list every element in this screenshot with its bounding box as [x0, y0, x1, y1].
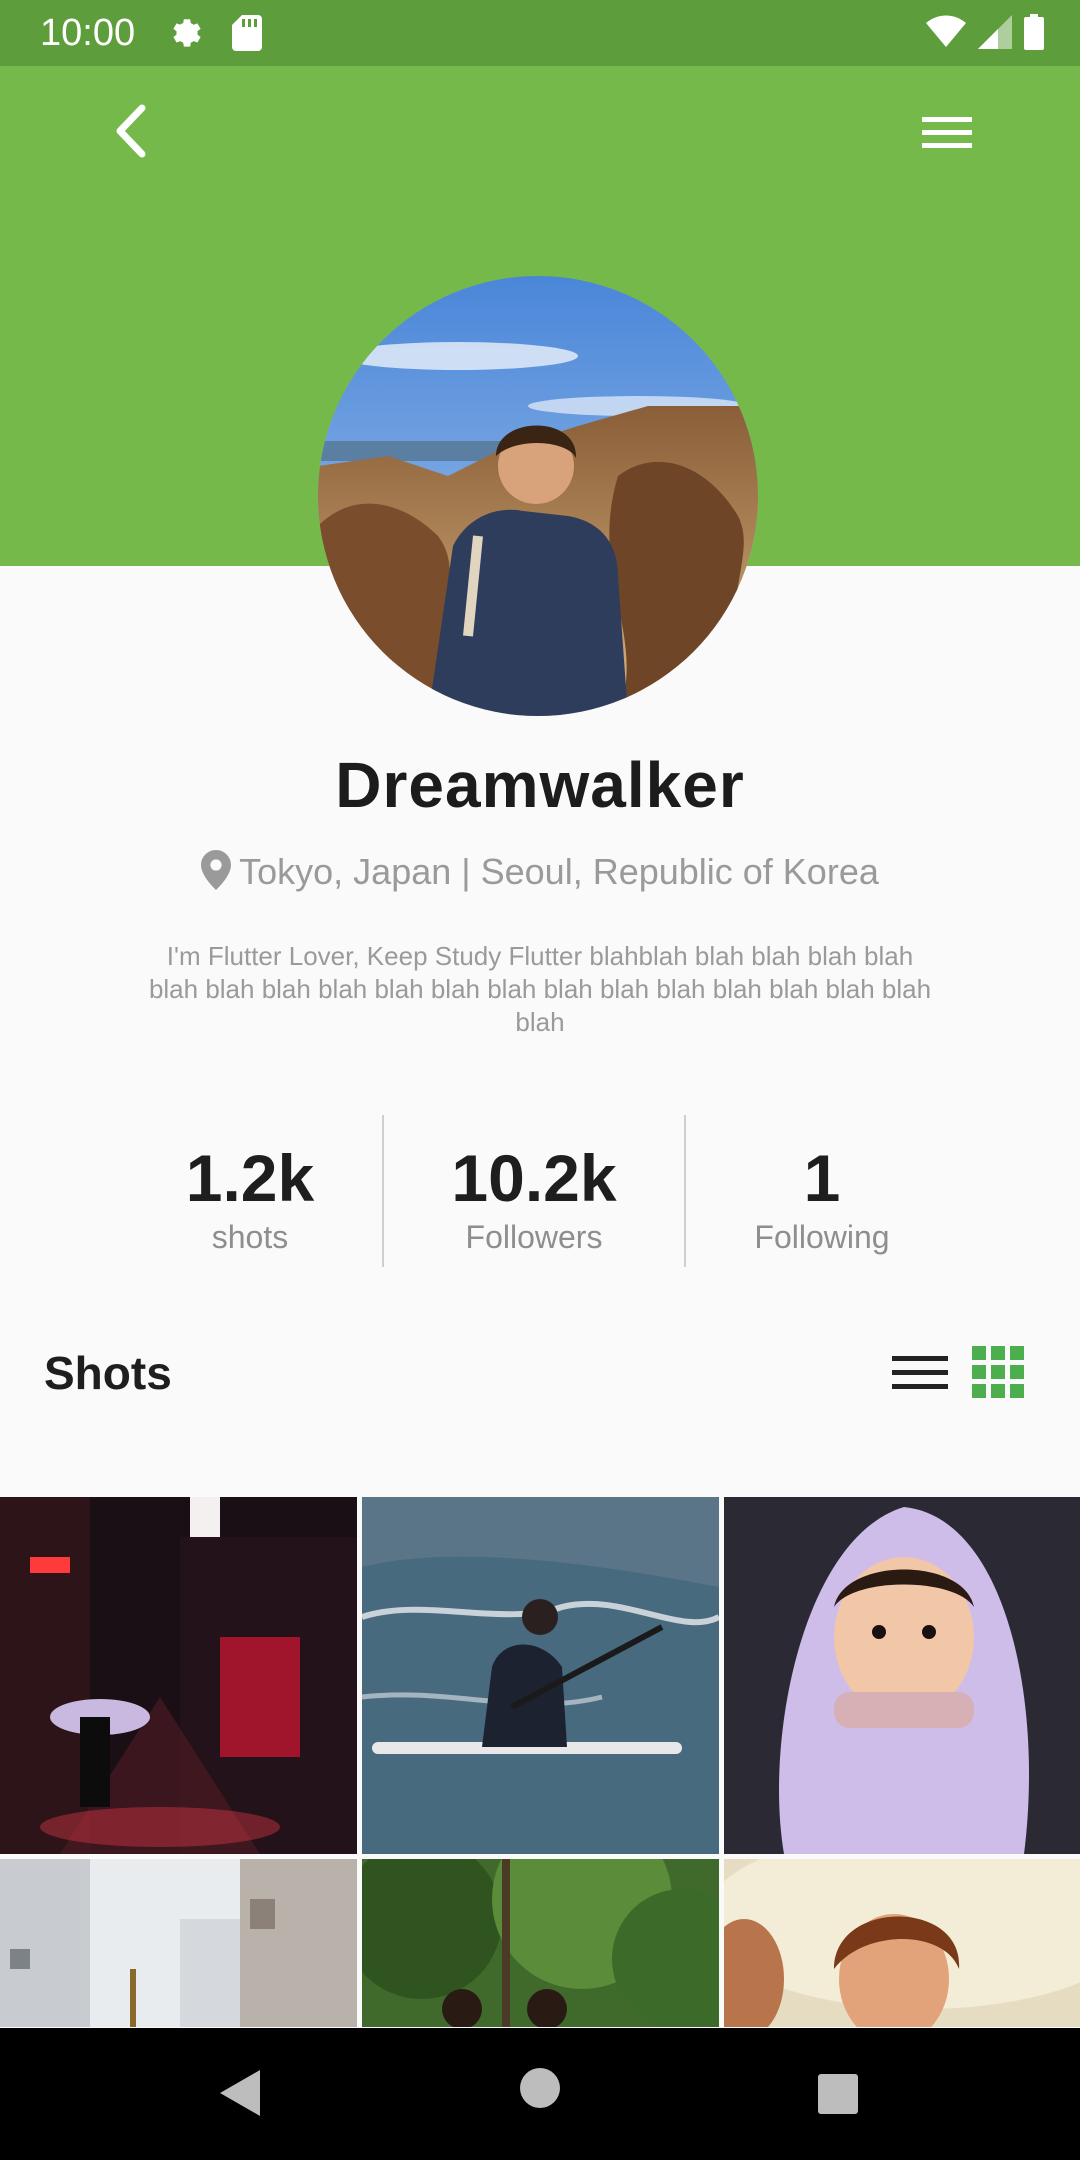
profile-location: Tokyo, Japan | Seoul, Republic of Korea	[0, 850, 1080, 900]
status-time: 10:00	[40, 12, 136, 54]
profile-bio: I'm Flutter Lover, Keep Study Flutter bl…	[148, 941, 932, 1037]
night-alley-photo[interactable]	[0, 1497, 357, 1854]
status-bar: 10:00	[0, 0, 1080, 66]
stat-value: 1.2k	[185, 1141, 315, 1215]
trees-photo[interactable]	[362, 1859, 719, 2027]
back-button[interactable]	[98, 96, 168, 166]
profile-stats: 1.2k shots 10.2k Followers 1 Following	[0, 1115, 1080, 1270]
shots-section-title: Shots	[44, 1347, 172, 1399]
stat-divider	[684, 1115, 686, 1267]
wifi-icon	[926, 15, 966, 54]
signal-icon	[978, 15, 1012, 54]
location-text: Tokyo, Japan | Seoul, Republic of Korea	[239, 851, 879, 892]
nav-back-icon	[220, 2070, 260, 2116]
nav-recents-icon	[818, 2074, 858, 2114]
system-nav-bar	[0, 2028, 1080, 2160]
stat-shots[interactable]: 1.2k shots	[150, 1115, 350, 1256]
paddleboarder-photo[interactable]	[362, 1497, 719, 1854]
grid-view-icon	[972, 1346, 1024, 1398]
grid-view-button[interactable]	[970, 1344, 1026, 1405]
menu-button[interactable]	[914, 100, 984, 170]
list-view-icon	[892, 1356, 948, 1389]
location-pin-icon	[201, 850, 232, 900]
stat-divider	[382, 1115, 384, 1267]
settings-icon	[168, 14, 206, 57]
list-view-button[interactable]	[888, 1348, 952, 1403]
shots-grid	[0, 1497, 1080, 2027]
stat-label: shots	[211, 1219, 289, 1255]
nav-home-button[interactable]	[520, 2068, 560, 2113]
nav-recents-button[interactable]	[818, 2074, 858, 2119]
profile-name: Dreamwalker	[335, 749, 745, 821]
battery-icon	[1024, 14, 1044, 55]
menu-icon	[922, 117, 972, 148]
child-hood-photo[interactable]	[724, 1497, 1080, 1854]
city-street-photo[interactable]	[0, 1859, 357, 2027]
stat-value: 1	[803, 1141, 841, 1215]
nav-home-icon	[520, 2068, 560, 2108]
women-sunset-photo[interactable]	[724, 1859, 1080, 2027]
sd-card-icon	[232, 15, 262, 56]
stat-label: Following	[754, 1219, 890, 1255]
stat-following[interactable]: 1 Following	[722, 1115, 922, 1256]
profile-avatar[interactable]	[318, 276, 758, 716]
nav-back-button[interactable]	[218, 2068, 262, 2123]
stat-followers[interactable]: 10.2k Followers	[424, 1115, 644, 1256]
back-arrow-icon	[116, 104, 146, 158]
stat-value: 10.2k	[451, 1141, 617, 1215]
